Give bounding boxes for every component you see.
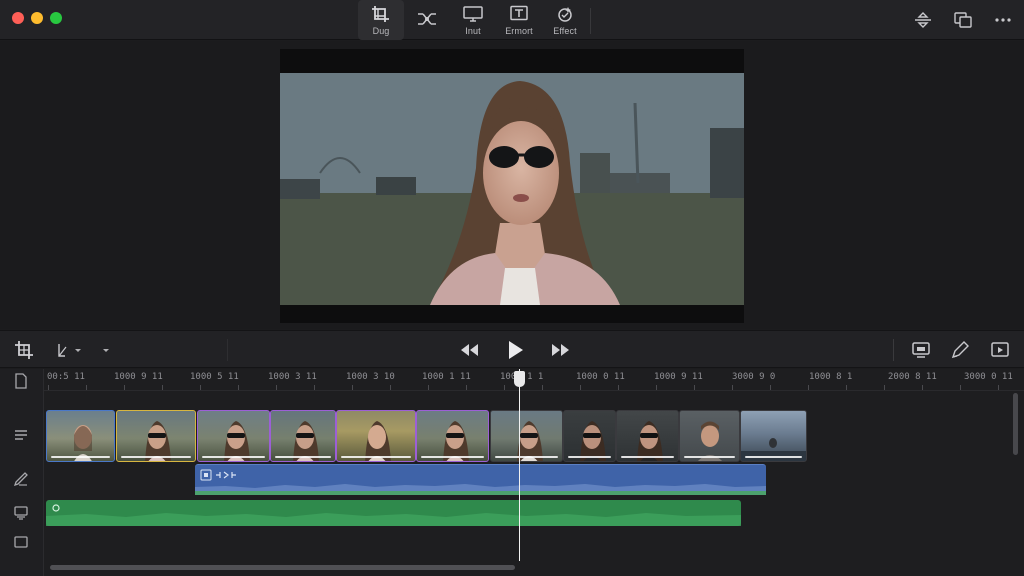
- ruler-label: 3000 9 0: [732, 372, 776, 382]
- subtitles-track-button[interactable]: [11, 425, 31, 445]
- video-clip[interactable]: [46, 410, 115, 462]
- swap-arrows-icon: [915, 12, 931, 28]
- ruler-label: 3000 0 11: [964, 372, 1013, 382]
- screen-button[interactable]: [908, 337, 934, 363]
- transport-divider: [893, 339, 894, 361]
- music-waveform: [46, 504, 741, 526]
- video-clip[interactable]: [563, 410, 616, 462]
- fast-forward-icon: [552, 344, 569, 356]
- fast-forward-button[interactable]: [548, 337, 574, 363]
- horizontal-scrollbar[interactable]: [50, 565, 515, 570]
- ruler-label: 1000 0 11: [576, 372, 625, 382]
- video-clip[interactable]: [197, 410, 270, 462]
- rewind-button[interactable]: [456, 337, 482, 363]
- ruler-label: 1000 8 1: [809, 372, 853, 382]
- playhead-line: [519, 369, 520, 561]
- video-preview-image: [280, 73, 744, 305]
- duplicate-button[interactable]: [950, 7, 976, 33]
- ruler-label: 1000 1 11: [422, 372, 471, 382]
- top-toolbar: Dug Inut Ermort Effect: [358, 0, 591, 40]
- timeline-sidebar: [0, 369, 44, 576]
- screen-icon: [912, 342, 930, 358]
- audio-waveform: [195, 484, 766, 495]
- duplicate-icon: [954, 12, 972, 28]
- toolbar-divider: [590, 8, 591, 34]
- text-box-icon: [510, 5, 528, 20]
- tool-export-label: Ermort: [505, 25, 533, 36]
- tool-crop-label: Dug: [372, 25, 390, 36]
- ruler-label: 1000 3 10: [346, 372, 395, 382]
- video-clip[interactable]: [270, 410, 336, 462]
- tool-effect-label: Effect: [553, 25, 577, 36]
- subtitles-icon: [15, 430, 27, 440]
- vertical-scrollbar[interactable]: [1013, 393, 1018, 455]
- preview-window-button[interactable]: [987, 337, 1013, 363]
- stack-track-button[interactable]: [11, 502, 31, 522]
- tool-input[interactable]: Inut: [450, 0, 496, 40]
- video-clip[interactable]: [416, 410, 489, 462]
- audio-clip[interactable]: [195, 464, 766, 495]
- zoom-window-button[interactable]: [50, 12, 62, 24]
- transform-icon: [418, 12, 436, 25]
- ruler-label: 00:5 11: [47, 372, 85, 382]
- ruler-label: 1000 9 11: [114, 372, 163, 382]
- tool-crop[interactable]: Dug: [358, 0, 404, 40]
- crop-tool-button[interactable]: [12, 337, 36, 363]
- title-bar: Dug Inut Ermort Effect: [0, 0, 1024, 40]
- monitor-icon: [463, 5, 483, 22]
- stack-icon: [14, 506, 28, 520]
- play-button[interactable]: [502, 337, 528, 363]
- ruler-label: 1000 9 11: [654, 372, 703, 382]
- tool-effect[interactable]: Effect: [542, 0, 588, 40]
- minimize-window-button[interactable]: [31, 12, 43, 24]
- box-track-button[interactable]: [11, 532, 31, 552]
- timeline-ruler[interactable]: 00:5 11 1000 9 11 1000 5 11 1000 3 11 10…: [44, 369, 1024, 391]
- video-clip[interactable]: [336, 410, 416, 462]
- swap-button[interactable]: [910, 7, 936, 33]
- effect-sparkle-icon: [558, 6, 572, 22]
- document-icon: [15, 373, 27, 389]
- options-dropdown[interactable]: [98, 337, 114, 363]
- more-button[interactable]: [990, 7, 1016, 33]
- crop-icon: [15, 341, 33, 359]
- video-clip[interactable]: [740, 410, 807, 462]
- video-clip[interactable]: [490, 410, 563, 462]
- box-icon: [14, 536, 28, 548]
- preview-viewer: [0, 41, 1024, 329]
- video-clip[interactable]: [616, 410, 679, 462]
- video-clip[interactable]: [679, 410, 740, 462]
- blade-tool-dropdown[interactable]: [54, 337, 84, 363]
- blade-tool-icon: [58, 344, 81, 357]
- video-frame[interactable]: [280, 49, 744, 323]
- chevron-down-icon: [103, 349, 109, 352]
- video-clip[interactable]: [116, 410, 196, 462]
- music-clip[interactable]: [46, 500, 741, 526]
- ruler-label: 1000 3 11: [268, 372, 317, 382]
- close-window-button[interactable]: [12, 12, 24, 24]
- ruler-label: 2000 8 11: [888, 372, 937, 382]
- playhead-handle[interactable]: [514, 371, 525, 387]
- tool-export[interactable]: Ermort: [496, 0, 542, 40]
- window-actions: [910, 0, 1016, 40]
- ruler-label: 1000 5 11: [190, 372, 239, 382]
- tool-input-label: Inut: [465, 25, 481, 36]
- pen-track-button[interactable]: [11, 469, 31, 489]
- dotted-divider: [227, 339, 228, 361]
- pen-icon: [951, 341, 969, 359]
- pen-button[interactable]: [947, 337, 973, 363]
- video-still: [280, 73, 744, 305]
- more-icon: [995, 18, 1011, 22]
- tool-transform[interactable]: [404, 0, 450, 40]
- transport-bar: [0, 330, 1024, 368]
- pen-track-icon: [13, 472, 28, 487]
- preview-window-icon: [991, 342, 1009, 357]
- crop-icon: [372, 5, 389, 22]
- timeline: 00:5 11 1000 9 11 1000 5 11 1000 3 11 10…: [0, 369, 1024, 576]
- play-icon: [509, 341, 523, 359]
- document-track-button[interactable]: [11, 371, 31, 391]
- rewind-icon: [461, 344, 478, 356]
